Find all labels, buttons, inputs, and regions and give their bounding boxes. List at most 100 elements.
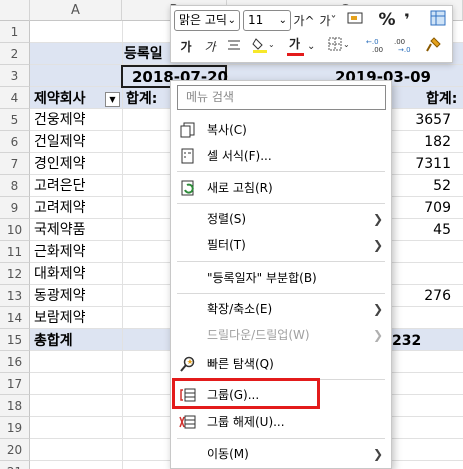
menu-separator [177,171,385,172]
row-header-6[interactable]: 6 [0,131,30,153]
paint-bucket-icon: ⌄ [252,38,275,53]
cell-a4[interactable]: 제약회사 [34,88,86,110]
cell-total-value[interactable]: 232 [392,330,421,352]
cell-company[interactable]: 대화제약 [34,263,86,285]
svg-text:⌄: ⌄ [268,40,274,49]
cell-company[interactable]: 고려제약 [34,197,86,219]
row-header-12[interactable]: 12 [0,263,30,285]
font-size-value: 11 [248,13,264,27]
row-header-9[interactable]: 9 [0,197,30,219]
format-painter-icon [426,37,441,52]
svg-text:.00: .00 [372,46,383,54]
chevron-down-icon: ⌄ [307,41,316,52]
cell-company[interactable]: 건웅제약 [34,109,86,131]
cell-value[interactable]: 3657 [415,109,451,131]
menu-item-sort[interactable]: 정렬(S) ❯ [171,206,391,232]
percent-style-button[interactable]: % [377,9,397,31]
cell-b2[interactable]: 등록일 [124,43,163,65]
menu-item-format-cells[interactable]: 셀 서식(F)... [171,143,391,169]
row-header-13[interactable]: 13 [0,285,30,307]
row-header-16[interactable]: 16 [0,351,30,373]
format-painter-button[interactable] [421,36,445,58]
cell-value[interactable]: 45 [433,219,451,241]
row-header-21[interactable]: 21 [0,461,30,469]
chevron-down-icon: ⌄ [278,15,287,26]
row-header-8[interactable]: 8 [0,175,30,197]
chevron-right-icon: ❯ [372,238,383,252]
mini-toolbar: 맑은 고딕 ⌄ 11 ⌄ 가^ 가ˇ % ❜ 가 가 ⌄ 가 ⌄ ⌄ ←.0.0… [170,5,453,63]
increase-decimal-button[interactable]: .00 →.0 [391,36,415,58]
cell-company[interactable]: 건일제약 [34,131,86,153]
borders-icon: ⌄ [328,37,350,51]
row-header-2[interactable]: 2 [0,43,30,65]
italic-button[interactable]: 가 [200,36,220,58]
menu-item-move[interactable]: 이동(M) ❯ [171,441,391,467]
align-center-icon [228,40,240,50]
borders-button[interactable]: ⌄ [325,36,355,58]
chevron-right-icon: ❯ [372,447,383,461]
increase-font-size-button[interactable]: 가^ [293,10,315,32]
cell-company[interactable]: 근화제약 [34,241,86,263]
cell-total-label[interactable]: 총합계 [34,330,73,352]
format-table-button[interactable] [427,10,449,32]
group-highlight-box [172,378,320,409]
font-size-dropdown[interactable]: 11 ⌄ [243,10,291,31]
menu-separator [177,438,385,439]
cell-company[interactable]: 보람제약 [34,307,86,329]
bold-button[interactable]: 가 [176,36,196,58]
cell-company[interactable]: 경인제약 [34,153,86,175]
menu-item-expand-collapse[interactable]: 확장/축소(E) ❯ [171,296,391,322]
decrease-decimal-button[interactable]: ←.0.00 [363,36,387,58]
cell-company[interactable]: 국제약품 [34,219,86,241]
font-name-dropdown[interactable]: 맑은 고딕 ⌄ [174,10,240,31]
select-all-corner[interactable] [0,0,30,21]
row-header-7[interactable]: 7 [0,153,30,175]
menu-item-copy[interactable]: 복사(C) [171,117,391,143]
row-header-10[interactable]: 10 [0,219,30,241]
row-header-11[interactable]: 11 [0,241,30,263]
font-color-button[interactable]: 가 ⌄ [285,36,319,58]
row-header-14[interactable]: 14 [0,307,30,329]
ungroup-icon [179,415,196,429]
accounting-format-icon [347,12,363,24]
row-header-5[interactable]: 5 [0,109,30,131]
cell-b4[interactable]: 합계: [126,88,157,110]
menu-item-label: 셀 서식(F)... [207,149,272,163]
cell-value[interactable]: 52 [433,175,451,197]
row-header-4[interactable]: 4 [0,87,30,109]
menu-item-subtotal[interactable]: "등록일자" 부분합(B) [171,265,391,291]
menu-item-quick-explore[interactable]: 빠른 탐색(Q) [171,351,391,377]
row-header-1[interactable]: 1 [0,21,30,43]
align-center-button[interactable] [224,36,244,58]
menu-item-ungroup[interactable]: 그룹 해제(U)... [171,409,391,435]
menu-item-refresh[interactable]: 새로 고침(R) [171,175,391,201]
cell-c4[interactable]: 합계: [426,88,457,110]
filter-dropdown-button[interactable]: ▼ [105,92,120,107]
menu-item-filter[interactable]: 필터(T) ❯ [171,232,391,258]
menu-item-label: 드릴다운/드릴업(W) [207,328,310,342]
cell-value[interactable]: 7311 [415,153,451,175]
decrease-decimal-icon: ←.0.00 [366,38,383,54]
menu-item-drilldown: 드릴다운/드릴업(W) ❯ [171,322,391,348]
cell-company[interactable]: 고려은단 [34,175,86,197]
row-header-17[interactable]: 17 [0,373,30,395]
cell-value[interactable]: 276 [424,285,451,307]
fill-color-button[interactable]: ⌄ [248,36,278,58]
column-header-a[interactable]: A [30,0,122,21]
decrease-font-size-button[interactable]: 가ˇ [317,10,339,32]
cell-company[interactable]: 동광제약 [34,285,86,307]
menu-item-label: 정렬(S) [207,212,247,226]
menu-item-label: 새로 고침(R) [207,181,273,195]
menu-separator [177,293,385,294]
cell-value[interactable]: 182 [424,131,451,153]
row-header-3[interactable]: 3 [0,65,30,87]
cell-value[interactable]: 709 [424,197,451,219]
accounting-format-button[interactable] [342,10,370,32]
comma-style-button[interactable]: ❜ [399,9,415,31]
row-header-15[interactable]: 15 [0,329,30,351]
row-header-18[interactable]: 18 [0,395,30,417]
row-header-20[interactable]: 20 [0,439,30,461]
menu-search-input[interactable]: 메뉴 검색 [177,85,386,110]
row-header-19[interactable]: 19 [0,417,30,439]
gridline [30,64,463,65]
